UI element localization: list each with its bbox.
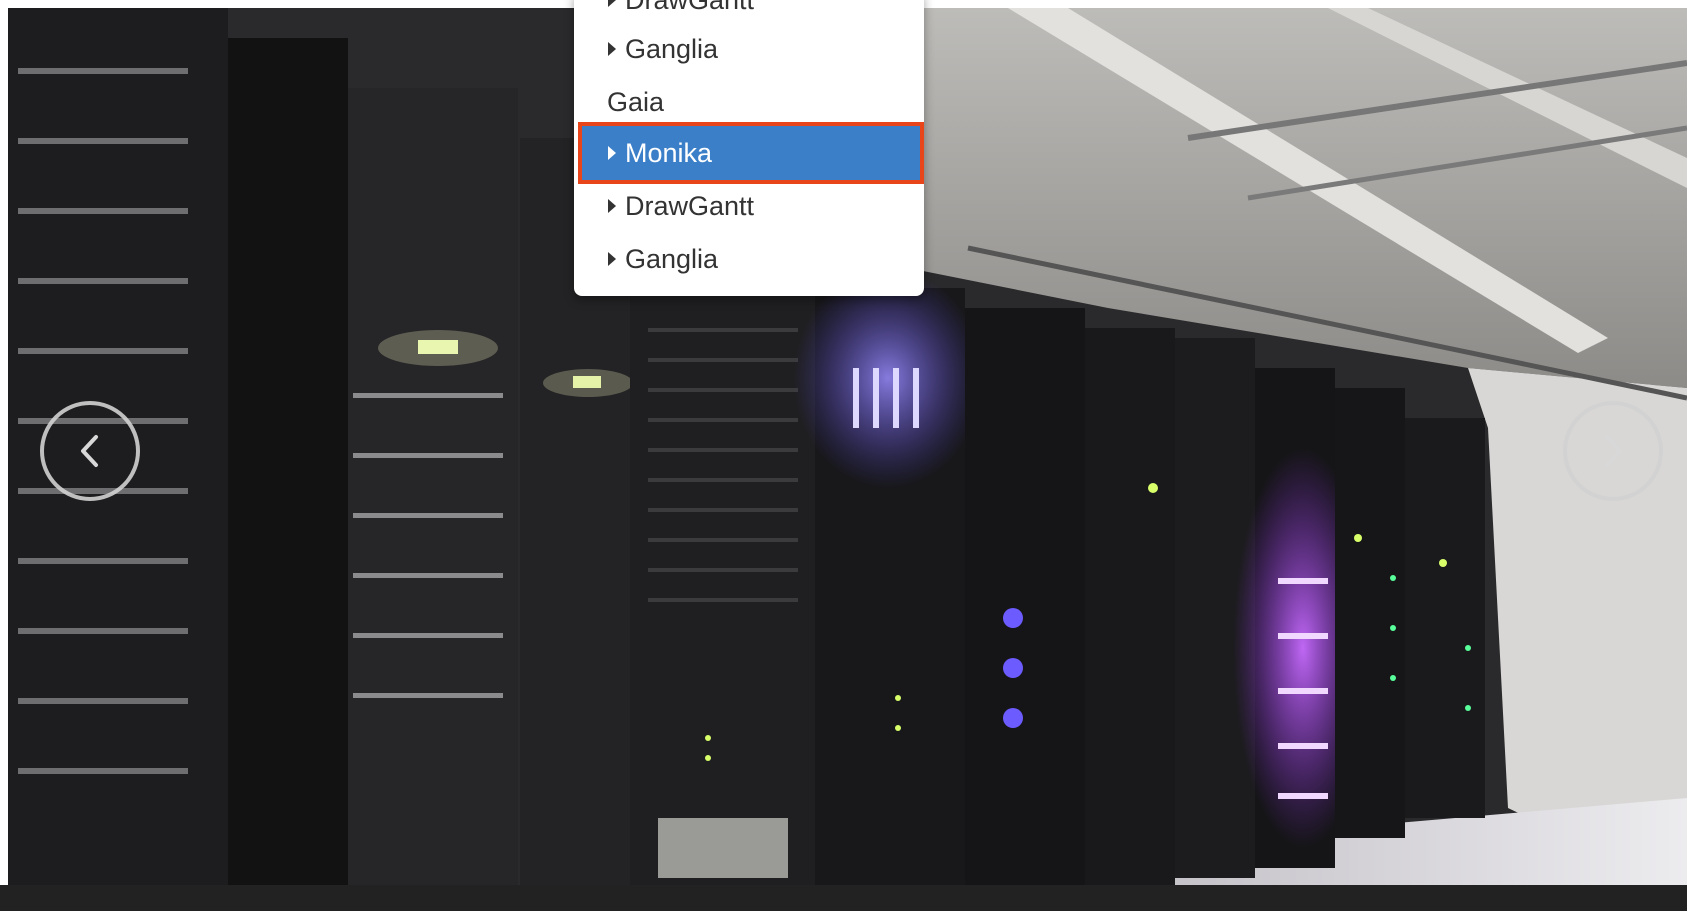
carousel-next-button[interactable] (1563, 401, 1663, 501)
caret-right-icon (608, 252, 616, 266)
menu-item-label: Monika (625, 137, 713, 168)
caret-right-icon (608, 199, 616, 213)
menu-item-label: Ganglia (625, 243, 719, 274)
caret-right-icon (608, 42, 616, 56)
chevron-left-icon (81, 435, 98, 467)
menu-item-ganglia[interactable]: Ganglia (574, 234, 924, 284)
menu-item-label: Ganglia (625, 33, 719, 64)
caret-right-icon (608, 146, 616, 160)
menu-item-drawgantt[interactable]: DrawGantt (574, 181, 924, 231)
navigation-dropdown-menu: DrawGantt Ganglia Gaia Monika DrawGantt … (574, 0, 924, 296)
menu-header-label: Gaia (607, 86, 665, 117)
menu-item-drawgantt[interactable]: DrawGantt (574, 0, 924, 25)
footer-bar (0, 885, 1687, 911)
carousel-prev-button[interactable] (40, 401, 140, 501)
menu-item-monika[interactable]: Monika (578, 122, 924, 184)
menu-item-label: DrawGantt (625, 0, 754, 16)
menu-section-header-gaia: Gaia (574, 77, 924, 127)
caret-right-icon (608, 0, 616, 7)
menu-item-label: DrawGantt (625, 190, 755, 221)
page: DrawGantt Ganglia Gaia Monika DrawGantt … (0, 0, 1687, 911)
chevron-right-icon (1605, 435, 1622, 467)
menu-item-ganglia[interactable]: Ganglia (574, 24, 924, 74)
